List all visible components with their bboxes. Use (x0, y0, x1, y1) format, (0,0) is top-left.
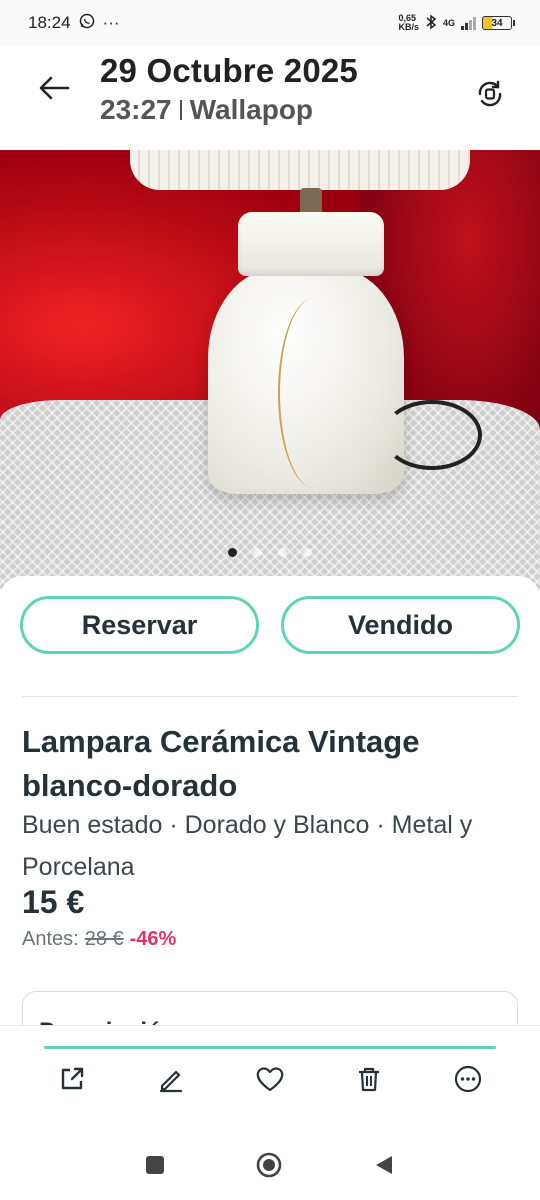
signal-icon (461, 16, 476, 30)
edit-icon (159, 1070, 182, 1093)
rotate-screen-button[interactable] (474, 78, 506, 110)
subtitle-app: Wallapop (189, 94, 314, 125)
before-label: Antes: (22, 928, 79, 950)
old-price: 28 € (84, 928, 124, 950)
gallery-dot[interactable] (253, 548, 262, 557)
more-notifications-icon: ··· (102, 13, 120, 32)
reserve-button[interactable]: Reservar (20, 596, 259, 654)
whatsapp-icon (79, 13, 95, 34)
screen: 18:24 ··· 0,65 KB/s 4G 34 29 Octubre 202… (0, 0, 540, 1200)
more-icon (455, 1065, 482, 1093)
product-sheet: Reservar Vendido Lampara Cerámica Vintag… (0, 576, 540, 1061)
header: 29 Octubre 2025 23:27 Wallapop (0, 46, 540, 150)
subtitle-separator (179, 100, 182, 120)
gallery-indicator (0, 548, 540, 557)
discount-badge: -46% (129, 928, 177, 950)
gallery-dot[interactable] (228, 548, 237, 557)
action-buttons: Reservar Vendido (20, 596, 520, 654)
system-nav-bar (0, 1135, 540, 1200)
triangle-back-icon (376, 1156, 392, 1174)
divider (22, 696, 518, 697)
product-image[interactable] (0, 150, 540, 590)
battery-icon: 34 (482, 16, 515, 30)
favorite-icon (256, 1067, 284, 1092)
product-price: 15 € (22, 884, 85, 920)
edit-button[interactable] (156, 1064, 186, 1094)
product-title: Lampara Cerámica Vintage blanco-dorado (22, 724, 420, 803)
page-subtitle: 23:27 Wallapop (100, 94, 358, 126)
page-title: 29 Octubre 2025 (100, 52, 358, 89)
title-block: 29 Octubre 2025 23:27 Wallapop (100, 52, 358, 126)
rotate-screen-icon (478, 80, 502, 107)
previous-price: Antes: 28 € -46% (22, 928, 176, 951)
share-icon (61, 1067, 83, 1090)
net-speed: 0,65 KB/s (398, 13, 419, 32)
gallery-dot[interactable] (303, 548, 312, 557)
square-icon (146, 1156, 164, 1174)
lamp-vase (208, 268, 404, 494)
status-bar: 18:24 ··· 0,65 KB/s 4G 34 (0, 0, 540, 46)
sold-button[interactable]: Vendido (281, 596, 520, 654)
bottom-toolbar (0, 1025, 540, 1135)
bluetooth-icon (425, 14, 437, 33)
more-button[interactable] (453, 1064, 483, 1094)
network-type: 4G (442, 18, 455, 28)
arrow-left-icon (39, 76, 70, 100)
favorite-button[interactable] (255, 1064, 285, 1094)
delete-button[interactable] (354, 1064, 384, 1094)
home-circle-icon (256, 1152, 282, 1178)
battery-level: 34 (491, 17, 503, 29)
recent-apps-button[interactable] (145, 1155, 165, 1180)
home-button[interactable] (255, 1151, 283, 1184)
subtitle-time: 23:27 (100, 94, 172, 125)
toolbar-accent-line (44, 1046, 496, 1049)
share-button[interactable] (57, 1064, 87, 1094)
lamp-shade (130, 150, 470, 190)
product-attributes: Buen estado · Dorado y Blanco · Metal y … (22, 811, 473, 881)
back-button[interactable] (36, 74, 72, 102)
gallery-dot[interactable] (278, 548, 287, 557)
delete-icon (359, 1067, 380, 1092)
back-nav-button[interactable] (373, 1154, 395, 1181)
status-time: 18:24 (28, 13, 71, 32)
